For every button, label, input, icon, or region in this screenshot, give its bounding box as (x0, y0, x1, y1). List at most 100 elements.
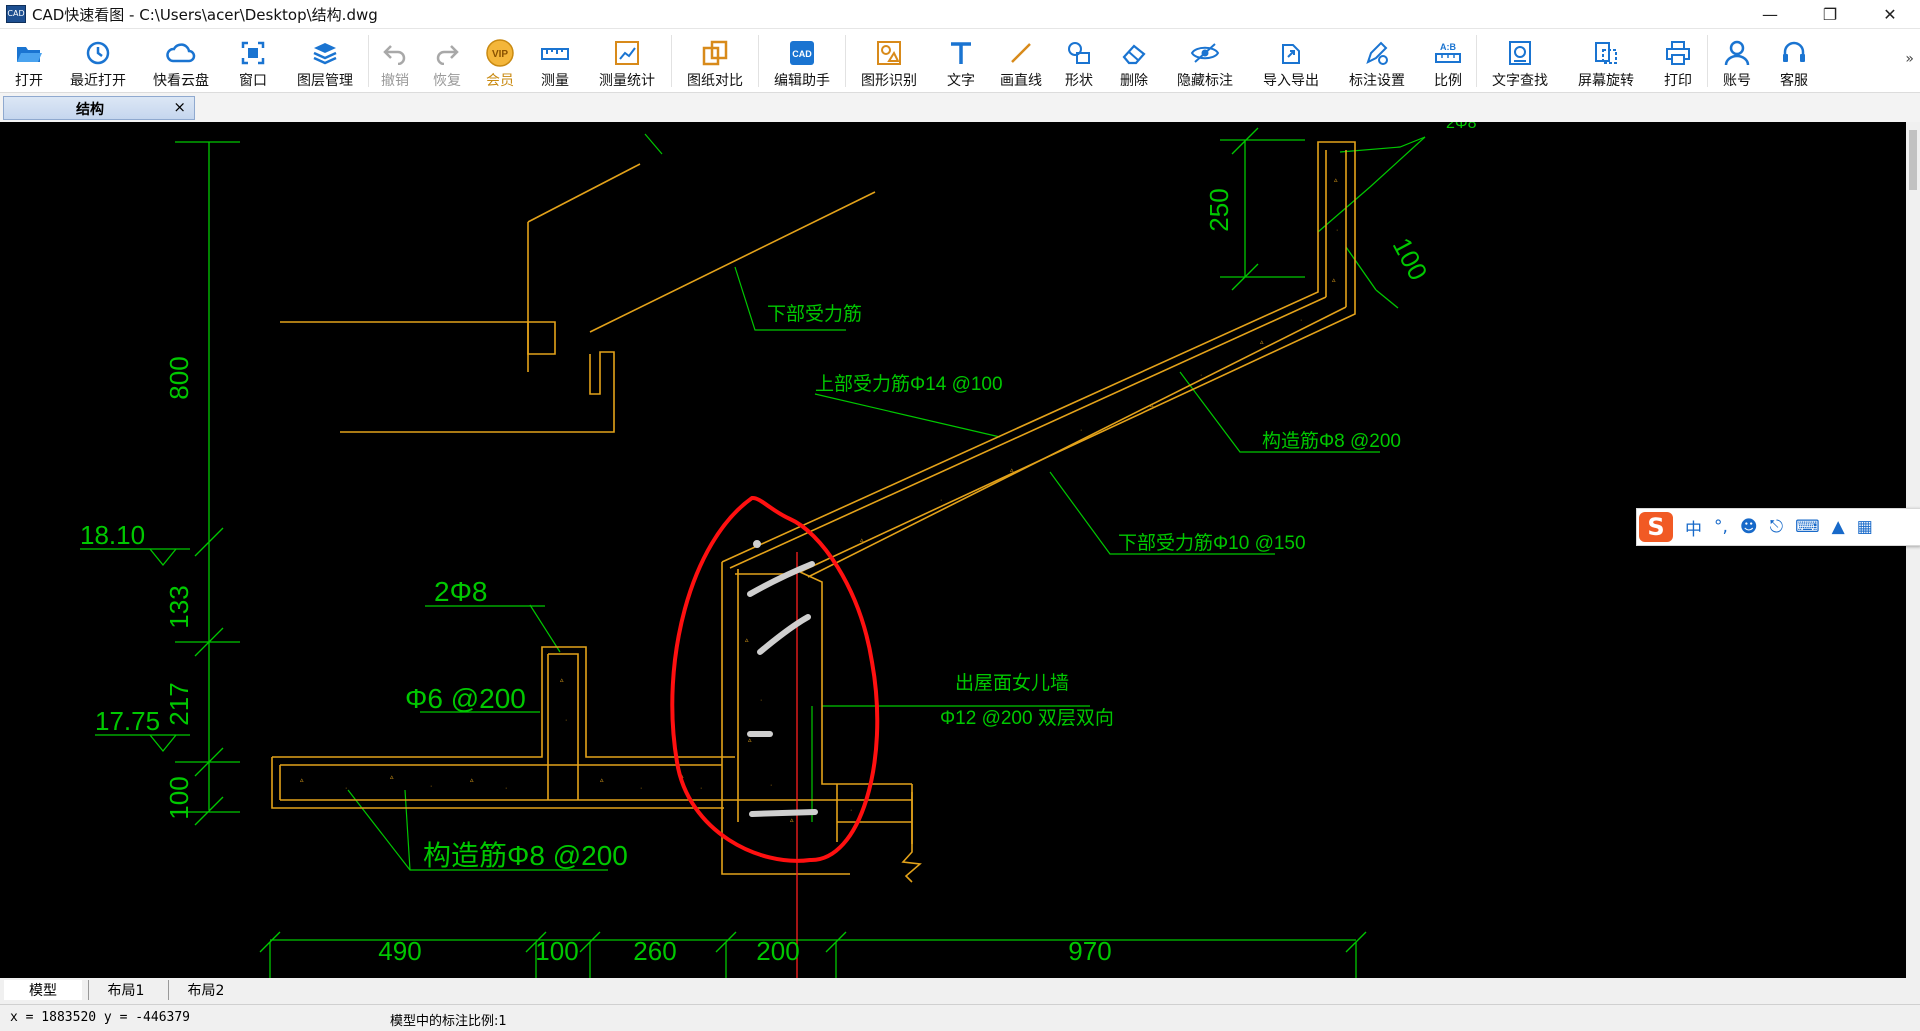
dim-horizontal-970: 970 (1068, 936, 1111, 966)
red-markup-circle (670, 496, 880, 863)
hide-annotation-button[interactable]: 隐藏标注 (1162, 29, 1248, 92)
label-parapet-name: 出屋面女儿墙 (955, 672, 1069, 694)
hide-annotation-icon (1190, 43, 1220, 63)
rebar-labels: 下部受力筋 上部受力筋Φ14 @100 构造筋Φ8 @200 下部受力筋Φ10 … (767, 122, 1477, 729)
restore-button[interactable]: ❐ (1800, 0, 1860, 28)
user-icon (1724, 40, 1750, 66)
drawing-canvas[interactable]: ▵ · ▵ · ▵ · ▵ · ▵ · ▵ · ▵ · ▵ · ▵ ▵ · ▵ · ▵ · ▵ · ▵ · ▵ · ▵ 80… (0, 122, 1906, 978)
import-export-button[interactable]: 导入导出 (1248, 29, 1334, 92)
leader-lines (347, 133, 1426, 871)
tab-layout1[interactable]: 布局1 (88, 980, 163, 1000)
label-slab-dist-rebar: 构造筋Φ8 @200 (1262, 430, 1401, 452)
scroll-thumb[interactable] (1909, 130, 1917, 190)
dim-vertical-800: 800 (164, 356, 194, 399)
svg-text:·: · (770, 782, 772, 789)
recent-open-button[interactable]: 最近打开 (58, 29, 138, 92)
text-search-button[interactable]: 文字查找 (1477, 29, 1563, 92)
redo-button[interactable]: 恢复 (421, 29, 473, 92)
toolbar: 打开 最近打开 快看云盘 窗口 图层管理 撤销 恢复 VIP 会员 测量 测量统… (0, 29, 1920, 93)
compare-button[interactable]: 图纸对比 (672, 29, 758, 92)
eraser-icon (1122, 44, 1146, 65)
svg-text:·: · (1336, 227, 1338, 234)
measure-button[interactable]: 测量 (527, 29, 583, 92)
account-button[interactable]: 账号 (1708, 29, 1766, 92)
text-search-icon (1509, 41, 1531, 65)
emoji-icon[interactable]: ☻ (1740, 517, 1758, 537)
svg-text:▵: ▵ (1150, 402, 1154, 409)
tab-layout2[interactable]: 布局2 (168, 980, 243, 1000)
document-tab[interactable]: 结构 × (3, 96, 195, 120)
ime-language[interactable]: 中 (1685, 515, 1702, 540)
undo-icon (383, 45, 406, 65)
measure-stats-button[interactable]: 测量统计 (583, 29, 671, 92)
edit-assistant-icon: CAD (790, 41, 814, 65)
minimize-button[interactable]: — (1740, 0, 1800, 28)
close-button[interactable]: ✕ (1860, 0, 1920, 28)
layout-tabs: 模型 布局1 布局2 (0, 978, 1920, 1002)
svg-text:·: · (430, 783, 432, 790)
toolbox-icon[interactable]: ▦ (1857, 517, 1873, 537)
skin-icon[interactable]: ▲ (1832, 517, 1845, 537)
vip-icon: VIP (486, 39, 514, 67)
draw-line-button[interactable]: 画直线 (990, 29, 1052, 92)
label-bottom-rebar: 下部受力筋Φ10 @150 (1118, 532, 1306, 554)
dimension-texts: 800 133 217 100 250 18.10 17.75 100 490 … (80, 188, 1434, 966)
delete-button[interactable]: 删除 (1106, 29, 1162, 92)
text-button[interactable]: 文字 (932, 29, 990, 92)
dim-horizontal-100: 100 (535, 936, 578, 966)
rotate-screen-button[interactable]: 屏幕旋转 (1563, 29, 1649, 92)
folder-open-icon (17, 47, 42, 62)
open-button[interactable]: 打开 (0, 29, 58, 92)
close-tab-icon[interactable]: × (173, 98, 186, 116)
dim-horizontal-260: 260 (633, 936, 676, 966)
text-icon (951, 42, 971, 64)
svg-text:▵: ▵ (600, 777, 604, 784)
edit-assistant-button[interactable]: CAD 编辑助手 (759, 29, 845, 92)
annotation-settings-button[interactable]: 标注设置 (1334, 29, 1420, 92)
undo-button[interactable]: 撤销 (369, 29, 421, 92)
keyboard-icon[interactable]: ⌨ (1795, 517, 1820, 537)
svg-text:CAD: CAD (792, 49, 812, 59)
microphone-icon[interactable]: ⎋ (1770, 517, 1783, 537)
measure-stats-icon (615, 41, 639, 65)
ime-toolbar[interactable]: S 中 °, ☻ ⎋ ⌨ ▲ ▦ (1636, 508, 1920, 546)
dim-vertical-133: 133 (164, 585, 194, 628)
ruler-icon (541, 48, 569, 60)
level-18-10: 18.10 (80, 520, 145, 550)
svg-text:·: · (700, 785, 702, 792)
svg-text:·: · (760, 697, 762, 704)
print-button[interactable]: 打印 (1649, 29, 1707, 92)
cloud-drive-button[interactable]: 快看云盘 (138, 29, 224, 92)
vip-button[interactable]: VIP 会员 (473, 29, 527, 92)
vertical-scrollbar[interactable] (1906, 122, 1920, 978)
scale-icon: A:B (1435, 42, 1461, 63)
ime-punctuation[interactable]: °, (1714, 517, 1728, 537)
svg-text:▵: ▵ (560, 677, 564, 684)
svg-text:▵: ▵ (860, 537, 864, 544)
document-tab-label: 结构 (76, 102, 104, 118)
cloud-icon (166, 43, 196, 63)
label-top-rebar: 上部受力筋Φ14 @100 (815, 373, 1003, 395)
svg-text:▵: ▵ (1332, 277, 1336, 284)
window-button[interactable]: 窗口 (224, 29, 282, 92)
label-2phi8: 2Φ8 (434, 576, 487, 607)
shapes-icon (1068, 42, 1090, 64)
svg-text:▵: ▵ (748, 737, 752, 744)
svg-text:·: · (565, 717, 567, 724)
svg-text:▵: ▵ (300, 777, 304, 784)
tab-model[interactable]: 模型 (4, 980, 82, 1000)
big-rebar-labels: 2Φ8 Φ6 @200 构造筋Φ8 @200 (405, 576, 628, 871)
svg-text:·: · (505, 785, 507, 792)
toolbar-overflow-icon[interactable]: » (1905, 51, 1914, 67)
shape-recognize-button[interactable]: 图形识别 (846, 29, 932, 92)
title-bar: CAD CAD快速看图 - C:\Users\acer\Desktop\结构.d… (0, 0, 1920, 29)
support-button[interactable]: 客服 (1766, 29, 1822, 92)
layers-icon (313, 43, 337, 65)
shapes-button[interactable]: 形状 (1052, 29, 1106, 92)
layer-manager-button[interactable]: 图层管理 (282, 29, 368, 92)
app-icon: CAD (6, 5, 26, 23)
redo-icon (436, 45, 459, 65)
status-bar: x = 1883520 y = -446379 模型中的标注比例:1 (0, 1004, 1920, 1031)
scale-button[interactable]: A:B 比例 (1420, 29, 1476, 92)
window-icon (241, 41, 265, 65)
